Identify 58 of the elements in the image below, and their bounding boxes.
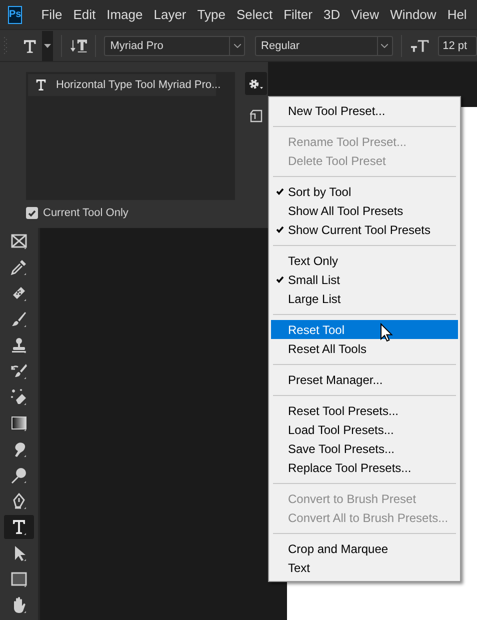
menu-item[interactable]: Hel [447, 7, 467, 22]
font-style-dropdown[interactable]: Regular [255, 36, 393, 56]
menu-item[interactable]: Text Only [271, 251, 458, 270]
checkbox-label: Current Tool Only [43, 207, 128, 219]
caret-icon [381, 44, 388, 48]
checkmark-icon [28, 210, 36, 216]
menu-item[interactable]: Small List [271, 270, 458, 289]
type-tool-icon [34, 78, 48, 92]
menu-item[interactable]: Filter [284, 7, 312, 22]
menu-item[interactable]: Select [236, 7, 273, 22]
menu-item[interactable]: Reset Tool [271, 320, 458, 339]
menu-item[interactable]: Layer [154, 7, 186, 22]
menu-item[interactable]: File [41, 7, 62, 22]
frame-icon [10, 232, 28, 250]
tool-button[interactable] [4, 515, 34, 539]
new-preset-icon[interactable] [249, 109, 263, 123]
menu-item[interactable]: Sort by Tool [271, 182, 458, 201]
menu-item[interactable]: Edit [73, 7, 96, 22]
menu-item[interactable]: Replace Tool Presets... [271, 458, 458, 477]
menu-item[interactable]: View [351, 7, 380, 22]
menu-item[interactable]: Window [390, 7, 436, 22]
settings-button[interactable] [245, 72, 267, 95]
type-tool-icon [22, 38, 38, 54]
stamp-icon [10, 336, 28, 354]
preset-picker-button[interactable] [42, 30, 53, 60]
caret-icon [44, 44, 51, 48]
history-brush-icon [10, 362, 28, 380]
menu-item[interactable]: Preset Manager... [271, 370, 458, 389]
font-size-icon [410, 38, 430, 54]
font-size-field[interactable]: 12 pt [438, 36, 477, 56]
menu-item[interactable]: Reset All Tools [271, 339, 458, 358]
eyedropper-icon [10, 258, 28, 276]
menu-item[interactable]: New Tool Preset... [271, 101, 458, 120]
eraser-icon [10, 388, 28, 406]
menu-item[interactable]: Large List [271, 289, 458, 308]
app-logo: Ps [8, 6, 22, 24]
menu-item[interactable]: Show All Tool Presets [271, 201, 458, 220]
mouse-cursor-icon [380, 323, 393, 343]
text-orientation-icon [70, 38, 88, 54]
dodge-icon [10, 466, 28, 484]
checkbox[interactable] [26, 207, 38, 219]
settings-icon [248, 78, 264, 90]
menu-item[interactable]: Type [197, 7, 226, 22]
menu-item[interactable]: Crop and Marquee [271, 539, 458, 558]
brush-icon [10, 310, 28, 328]
pen-icon [10, 492, 28, 510]
menu-item[interactable]: Load Tool Presets... [271, 420, 458, 439]
menu-item[interactable]: 3D [323, 7, 340, 22]
rectangle-icon [10, 570, 28, 588]
caret-icon [234, 44, 241, 48]
type-tool-icon [10, 518, 28, 536]
menu-item[interactable]: Image [106, 7, 143, 22]
menu-item[interactable]: Save Tool Presets... [271, 439, 458, 458]
menu-item[interactable]: Text [271, 558, 458, 577]
menu-item[interactable]: Reset Tool Presets... [271, 401, 458, 420]
menu-item[interactable]: Show Current Tool Presets [271, 220, 458, 239]
font-family-dropdown[interactable]: Myriad Pro [104, 36, 246, 56]
gradient-icon [10, 414, 28, 432]
